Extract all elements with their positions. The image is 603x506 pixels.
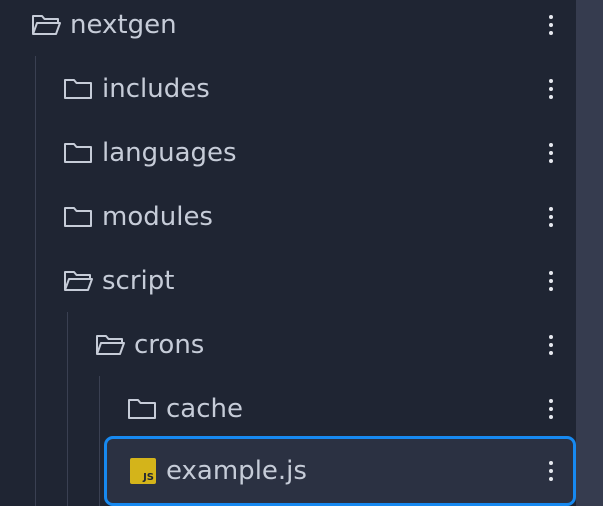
more-options-icon[interactable] xyxy=(541,266,561,296)
more-options-icon[interactable] xyxy=(541,202,561,232)
folder-icon xyxy=(63,77,93,101)
more-options-icon[interactable] xyxy=(541,74,561,104)
folder-icon xyxy=(127,397,157,421)
tree-item-crons[interactable]: crons xyxy=(0,317,574,373)
folder-icon xyxy=(63,205,93,229)
more-options-icon[interactable] xyxy=(541,10,561,40)
js-badge-text: JS xyxy=(143,472,154,483)
javascript-file-icon: JS xyxy=(130,458,156,484)
tree-item-label: modules xyxy=(102,202,213,232)
folder-open-icon xyxy=(31,13,61,37)
tree-item-label: example.js xyxy=(166,456,307,486)
more-options-icon[interactable] xyxy=(541,394,561,424)
more-options-icon[interactable] xyxy=(541,138,561,168)
tree-item-script[interactable]: script xyxy=(0,253,574,309)
more-options-icon[interactable] xyxy=(541,330,561,360)
folder-icon xyxy=(63,141,93,165)
tree-item-label: cache xyxy=(166,394,243,424)
tree-item-example-js[interactable]: JS example.js xyxy=(104,436,576,506)
file-explorer-panel: nextgen includes languages modules scrip… xyxy=(0,0,603,506)
tree-item-label: languages xyxy=(102,138,237,168)
tree-item-cache[interactable]: cache xyxy=(0,381,574,437)
more-options-icon[interactable] xyxy=(541,456,561,486)
tree-item-label: script xyxy=(102,266,175,296)
tree-item-modules[interactable]: modules xyxy=(0,189,574,245)
scrollbar[interactable] xyxy=(576,0,603,506)
tree-item-label: includes xyxy=(102,74,210,104)
folder-open-icon xyxy=(63,269,93,293)
tree-item-label: nextgen xyxy=(70,10,177,40)
tree-item-nextgen[interactable]: nextgen xyxy=(0,0,574,53)
tree-item-languages[interactable]: languages xyxy=(0,125,574,181)
tree-item-label: crons xyxy=(134,330,205,360)
tree-item-includes[interactable]: includes xyxy=(0,61,574,117)
folder-open-icon xyxy=(95,333,125,357)
